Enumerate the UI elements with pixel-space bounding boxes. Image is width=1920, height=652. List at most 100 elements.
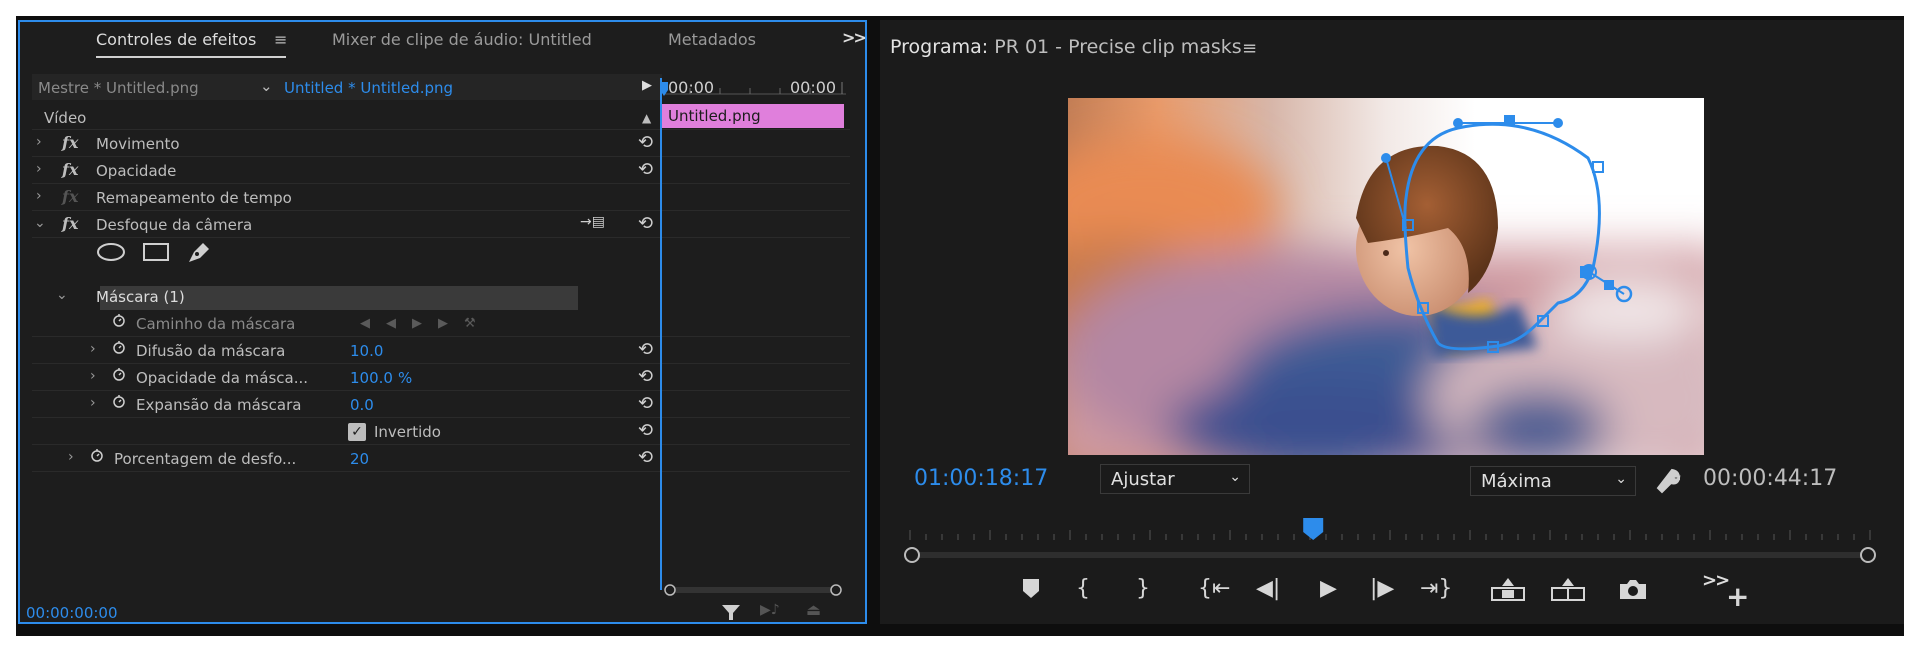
program-timeline-scrubber[interactable] [900,512,1880,566]
scrub-bar [910,552,1870,558]
timeline-ruler[interactable] [660,74,850,98]
mask-header-row[interactable]: ⌄ Máscara (1) [32,283,662,310]
rectangle-mask-icon[interactable] [142,242,170,262]
extract-button[interactable] [1550,576,1586,610]
step-forward-button[interactable]: |▶ [1370,576,1394,601]
zoom-dropdown[interactable]: Ajustar ⌄ [1100,464,1250,494]
inverted-checkbox[interactable]: ✓ [348,423,366,441]
wrench-icon[interactable] [1654,466,1682,494]
add-marker-button[interactable] [1020,576,1042,606]
fx-icon[interactable]: fx [62,133,78,152]
tab-audio-clip-mixer[interactable]: Mixer de clipe de áudio: Untitled [332,30,592,49]
more-panels-icon[interactable]: >> [842,28,867,47]
fx-icon[interactable]: fx [62,214,78,233]
inverted-label: Invertido [374,423,441,441]
reset-icon[interactable]: ⟲ [638,159,653,180]
effect-label: Remapeamento de tempo [96,189,292,207]
stopwatch-icon[interactable] [112,394,126,408]
duration-timecode: 00:00:44:17 [1703,466,1838,491]
stopwatch-icon[interactable] [112,340,126,354]
mark-out-button[interactable]: } [1136,576,1150,601]
blur-percent-value[interactable]: 20 [350,450,369,468]
timeline-clip[interactable]: Untitled.png [662,104,844,128]
video-preview[interactable] [1068,98,1704,455]
sequence-clip-label[interactable]: Untitled * Untitled.png [284,79,453,97]
mask-expansion-row: › Expansão da máscara 0.0 ⟲ [32,391,662,418]
camera-icon [1620,580,1646,599]
step-back-button[interactable]: ◀| [1256,576,1280,601]
effect-row-movimento[interactable]: › fx Movimento ⟲ [32,130,662,157]
zoom-dropdown-value: Ajustar [1111,469,1175,490]
go-to-out-button[interactable]: ⇥} [1420,576,1452,601]
export-icon[interactable]: ⏏ [806,600,821,619]
chevron-down-icon: ⌄ [1615,471,1627,487]
program-monitor-panel: Programa: PR 01 - Precise clip masks ≡ 0… [880,20,1904,624]
filter-icon[interactable] [720,602,744,624]
tab-effect-controls[interactable]: Controles de efeitos [96,30,256,49]
mask-opacity-value[interactable]: 100.0 [350,369,393,387]
effect-row-desfoque[interactable]: ⌄ fx Desfoque da câmera →▤ ⟲ [32,211,662,238]
collapse-chevron-icon[interactable]: ⌄ [56,287,68,303]
effect-row-opacidade[interactable]: › fx Opacidade ⟲ [32,157,662,184]
reset-icon[interactable]: ⟲ [638,393,653,414]
quality-dropdown[interactable]: Máxima ⌄ [1470,466,1636,496]
mark-in-button[interactable]: { [1076,576,1090,601]
mask-label[interactable]: Máscara (1) [96,288,185,306]
collapse-icon[interactable]: ▲ [642,111,651,125]
source-selector-bar: Mestre * Untitled.png ⌄ Untitled * Untit… [32,74,662,100]
extract-icon [1551,578,1585,601]
expand-chevron-icon[interactable]: › [90,395,96,411]
row-divider [32,444,850,445]
expand-chevron-icon[interactable]: › [36,161,42,177]
mask-expansion-value[interactable]: 0.0 [350,396,374,414]
add-icon[interactable]: + [1726,580,1749,613]
expand-chevron-icon[interactable]: › [68,449,74,465]
effect-row-remapeamento[interactable]: › fx Remapeamento de tempo [32,184,662,211]
reset-icon[interactable]: ⟲ [638,132,653,153]
reset-icon[interactable]: ⟲ [638,339,653,360]
expand-chevron-icon[interactable]: › [90,341,96,357]
expand-chevron-icon[interactable]: › [36,188,42,204]
more-controls-icon[interactable]: >> [1702,570,1730,591]
mask-feather-value[interactable]: 10.0 [350,342,383,360]
mask-opacity-label: Opacidade da másca... [136,369,309,387]
row-divider [32,417,850,418]
pen-mask-icon[interactable] [186,240,212,264]
ellipse-mask-icon[interactable] [96,242,126,262]
play-triangle-icon[interactable]: ▶ [642,78,652,93]
export-frame-button[interactable] [1618,576,1648,608]
reset-icon[interactable]: ⟲ [638,447,653,468]
mask-feather-label: Difusão da máscara [136,342,286,360]
mask-opacity-row: › Opacidade da másca... 100.0 % ⟲ [32,364,662,391]
chevron-down-icon: ⌄ [1229,469,1241,485]
collapse-chevron-icon[interactable]: ⌄ [34,215,46,231]
go-to-in-button[interactable]: {⇤ [1198,576,1230,601]
blur-percent-label: Porcentagem de desfo... [114,450,297,468]
reset-icon[interactable]: ⟲ [638,366,653,387]
mask-track-controls[interactable]: ◀◀▶▶⚒ [360,316,492,331]
audio-only-icon[interactable]: ▶♪ [760,602,780,618]
row-divider [32,183,850,184]
expand-chevron-icon[interactable]: › [90,368,96,384]
tab-metadata[interactable]: Metadados [668,30,756,49]
timeline-zoom-scrollbar[interactable] [660,582,850,598]
expand-chevron-icon[interactable]: › [36,134,42,150]
playhead-timecode[interactable]: 01:00:18:17 [914,466,1048,491]
menu-icon[interactable]: ≡ [1242,38,1257,59]
master-clip-label[interactable]: Mestre * Untitled.png [38,79,199,97]
stopwatch-icon[interactable] [112,313,126,327]
play-button[interactable]: ▶ [1320,576,1337,601]
menu-icon[interactable]: ≡ [274,30,287,49]
program-title[interactable]: Programa: PR 01 - Precise clip masks [890,36,1242,58]
chevron-down-icon[interactable]: ⌄ [260,77,273,95]
reset-icon[interactable]: ⟲ [638,420,653,441]
keyframe-navigator-icon[interactable]: →▤ [580,214,605,230]
clip-name: Untitled.png [668,107,761,125]
reset-icon[interactable]: ⟲ [638,213,653,234]
current-timecode[interactable]: 00:00:00:00 [26,604,118,622]
sequence-name[interactable]: PR 01 - Precise clip masks [994,36,1241,58]
lift-button[interactable] [1490,576,1526,610]
stopwatch-icon[interactable] [112,367,126,381]
fx-icon[interactable]: fx [62,160,78,179]
stopwatch-icon[interactable] [90,448,104,462]
